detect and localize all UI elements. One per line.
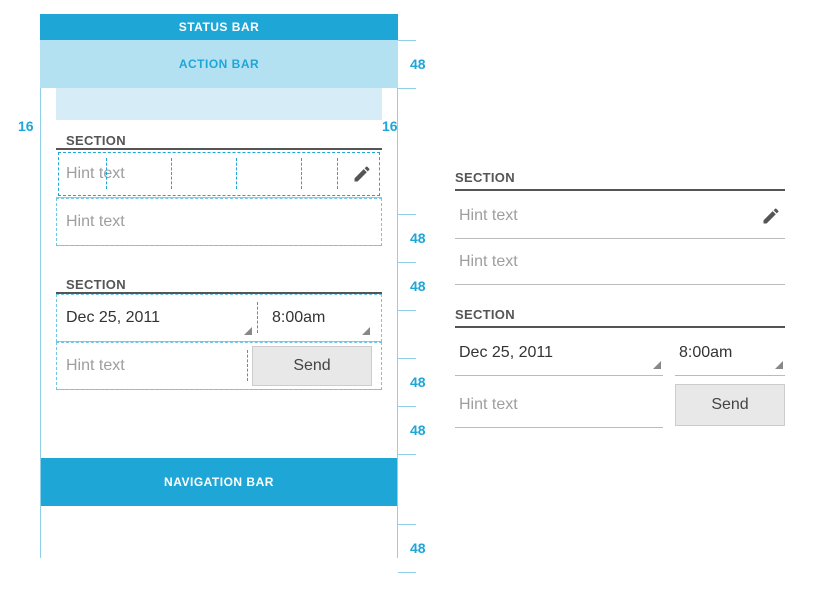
hint-text: Hint text (66, 213, 372, 231)
section-1-header: SECTION (56, 120, 382, 150)
status-bar: STATUS BAR (40, 14, 398, 40)
margin-right-label: 16 (382, 118, 398, 134)
date-time-row: Dec 25, 2011 8:00am (56, 294, 382, 342)
pencil-icon[interactable] (761, 206, 781, 226)
hint-text: Hint text (459, 396, 659, 414)
preview-section-1-header: SECTION (455, 170, 785, 191)
preview-section-2-header: SECTION (455, 307, 785, 328)
navigation-bar: NAVIGATION BAR (40, 458, 398, 506)
input-row-1[interactable]: Hint text (56, 150, 382, 198)
margin-left-label: 16 (18, 118, 34, 134)
section-2-header: SECTION (56, 264, 382, 294)
row1-height: 48 (410, 230, 426, 246)
preview-input-row-1[interactable]: Hint text (455, 193, 785, 239)
blueprint-phone: STATUS BAR ACTION BAR SECTION Hint text … (40, 14, 398, 506)
send-button[interactable]: Send (252, 346, 372, 386)
preview-panel: SECTION Hint text Hint text SECTION Dec … (455, 170, 785, 428)
date-value: Dec 25, 2011 (459, 344, 553, 362)
time-value: 8:00am (679, 344, 732, 362)
date-spinner[interactable]: Dec 25, 2011 (66, 294, 254, 341)
hint-text: Hint text (66, 165, 352, 183)
input-row-3[interactable]: Hint text (66, 342, 244, 389)
nav-bar-height: 48 (410, 540, 426, 556)
content-area: SECTION Hint text Hint text SECTION (40, 88, 398, 458)
preview-send-button[interactable]: Send (675, 384, 785, 426)
preview-date-spinner[interactable]: Dec 25, 2011 (455, 330, 663, 376)
row4-height: 48 (410, 422, 426, 438)
hint-text: Hint text (459, 253, 781, 271)
action-bar-height: 48 (410, 56, 426, 72)
row2-height: 48 (410, 278, 426, 294)
time-spinner[interactable]: 8:00am (262, 294, 372, 341)
action-bar: ACTION BAR (40, 40, 398, 88)
hint-text: Hint text (459, 207, 761, 225)
preview-input-row-2[interactable]: Hint text (455, 239, 785, 285)
row3-height: 48 (410, 374, 426, 390)
input-row-2[interactable]: Hint text (56, 198, 382, 246)
preview-input-row-3[interactable]: Hint text (455, 382, 663, 428)
pencil-icon[interactable] (352, 164, 372, 184)
hint-text: Hint text (66, 357, 236, 375)
time-value: 8:00am (272, 309, 325, 327)
preview-time-spinner[interactable]: 8:00am (675, 330, 785, 376)
hint-send-row: Hint text Send (56, 342, 382, 390)
date-value: Dec 25, 2011 (66, 309, 160, 327)
